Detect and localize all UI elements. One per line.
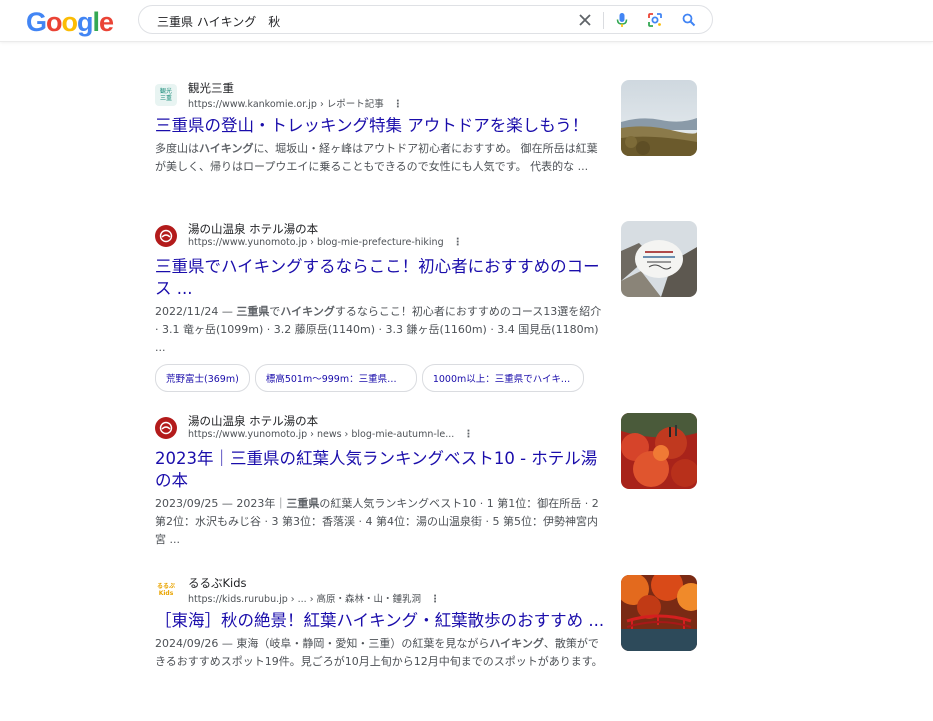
result-snippet: 2024/09/26 — 東海（岐阜・静岡・愛知・三重）の紅葉を見ながらハイキン… (155, 637, 603, 668)
site-name: るるぶKids (188, 576, 247, 590)
logo-letter: g (77, 7, 93, 37)
more-options-icon[interactable]: ⋮ (463, 429, 473, 440)
yunomoto-favicon-icon (155, 417, 177, 439)
google-logo[interactable]: Google (26, 7, 114, 38)
site-url: https://www.yunomoto.jp › blog-mie-prefe… (188, 237, 463, 248)
search-box[interactable] (138, 5, 713, 34)
result-site[interactable]: 湯の山温泉 ホテル湯の本 https://www.yunomoto.jp › b… (155, 221, 605, 251)
site-name: 湯の山温泉 ホテル湯の本 (188, 414, 319, 428)
result-thumbnail[interactable] (621, 80, 697, 156)
rocky-hiking-image (621, 221, 697, 297)
search-result: るるぶ Kids るるぶKids https://kids.rurubu.jp … (155, 575, 605, 671)
yunomoto-favicon-icon (155, 225, 177, 247)
rurubu-kids-favicon-icon: るるぶ Kids (155, 579, 177, 601)
result-thumbnail[interactable] (621, 413, 697, 489)
site-name: 湯の山温泉 ホテル湯の本 (188, 222, 319, 236)
result-title-link[interactable]: 2023年｜三重県の紅葉人気ランキングベスト10 - ホテル湯の本 (155, 448, 605, 492)
logo-letter: o (61, 7, 78, 37)
sitelink-chip[interactable]: 荒野富士(369m) (155, 364, 250, 392)
search-result: 観光三重 観光三重 https://www.kankomie.or.jp › レ… (155, 80, 605, 176)
search-result: 湯の山温泉 ホテル湯の本 https://www.yunomoto.jp › n… (155, 413, 605, 549)
result-snippet: 2023/09/25 — 2023年｜三重県の紅葉人気ランキングベスト10 · … (155, 497, 599, 546)
kankomie-favicon-icon: 観光三重 (155, 84, 177, 106)
search-result: 湯の山温泉 ホテル湯の本 https://www.yunomoto.jp › b… (155, 221, 605, 392)
more-options-icon[interactable]: ⋮ (453, 237, 463, 248)
result-site[interactable]: 湯の山温泉 ホテル湯の本 https://www.yunomoto.jp › n… (155, 413, 605, 443)
search-icon[interactable] (680, 11, 698, 29)
more-options-icon[interactable]: ⋮ (393, 99, 403, 110)
result-thumbnail[interactable] (621, 575, 697, 651)
result-snippet: 多度山はハイキングに、堀坂山・経ヶ峰はアウトドア初心者におすすめ。 御在所岳は紅… (155, 142, 598, 173)
divider (603, 12, 604, 29)
logo-letter: e (99, 7, 114, 37)
site-url: https://www.yunomoto.jp › news › blog-mi… (188, 429, 474, 440)
result-title-link[interactable]: 三重県の登山・トレッキング特集 アウトドアを楽しもう！ (155, 115, 605, 137)
close-icon[interactable] (576, 11, 594, 29)
logo-letter: G (26, 7, 47, 37)
logo-letter: o (46, 7, 62, 37)
more-options-icon[interactable]: ⋮ (430, 594, 440, 605)
lens-icon[interactable] (646, 11, 664, 29)
sitelink-chips: 荒野富士(369m) 標高501m～999m：三重県でハ... 1000m以上：三重… (155, 364, 605, 392)
site-url: https://www.kankomie.or.jp › レポート記事 ⋮ (188, 99, 403, 110)
result-snippet: 2022/11/24 — 三重県でハイキングするならここ！初心者におすすめのコー… (155, 305, 602, 354)
site-name: 観光三重 (188, 81, 234, 95)
red-foliage-image (621, 413, 697, 489)
top-bar: Google (0, 0, 933, 42)
site-url: https://kids.rurubu.jp › ... › 高原・森林・山・鍾… (188, 594, 441, 605)
result-site[interactable]: 観光三重 観光三重 https://www.kankomie.or.jp › レ… (155, 80, 605, 110)
result-thumbnail[interactable] (621, 221, 697, 297)
sitelink-chip[interactable]: 標高501m～999m：三重県でハ... (254, 364, 417, 392)
red-bridge-image (621, 575, 697, 651)
result-title-link[interactable]: 三重県でハイキングするならここ！初心者におすすめのコース ... (155, 256, 605, 300)
result-title-link[interactable]: ［東海］秋の絶景！紅葉ハイキング・紅葉散歩のおすすめ ... (155, 610, 605, 632)
result-site[interactable]: るるぶ Kids るるぶKids https://kids.rurubu.jp … (155, 575, 605, 605)
microphone-icon[interactable] (613, 11, 631, 29)
sitelink-chip[interactable]: 1000m以上：三重県でハイキン... (421, 364, 584, 392)
search-input[interactable] (155, 10, 579, 32)
mountain-view-image (621, 80, 697, 156)
